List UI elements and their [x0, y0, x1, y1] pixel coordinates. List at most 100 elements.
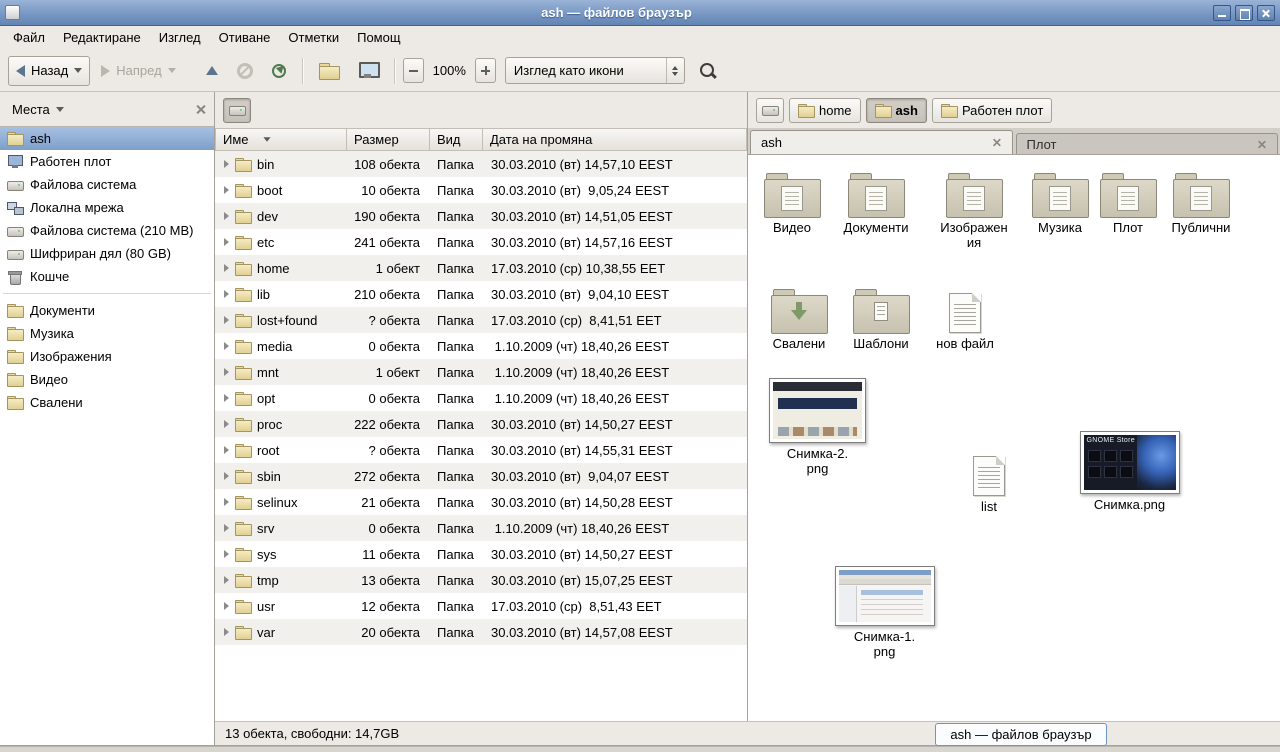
expander-icon[interactable]: [224, 576, 229, 584]
sidebar-item[interactable]: Свалени: [0, 391, 214, 414]
tab-close-icon[interactable]: [1257, 139, 1266, 148]
taskbar-window-button[interactable]: ash — файлов браузър: [935, 723, 1107, 746]
sidebar-item[interactable]: Шифриран дял (80 GB): [0, 242, 214, 265]
zoom-in-button[interactable]: [475, 58, 496, 83]
expander-icon[interactable]: [224, 446, 229, 454]
column-header-size[interactable]: Размер: [347, 128, 430, 151]
forward-history-dropdown-icon[interactable]: [168, 68, 176, 73]
home-button[interactable]: [311, 56, 347, 86]
path-root-button[interactable]: [223, 98, 251, 123]
back-button[interactable]: Назад: [8, 56, 90, 86]
forward-button[interactable]: Напред: [93, 56, 183, 86]
column-header-name[interactable]: Име: [215, 128, 347, 151]
icon-item-pictures[interactable]: Изображения: [932, 167, 1016, 251]
sidebar-item[interactable]: Кошче: [0, 265, 214, 288]
file-row[interactable]: boot 10 обекта Папка 30.03.2010 (вт) 9,0…: [215, 177, 747, 203]
expander-icon[interactable]: [224, 212, 229, 220]
file-row[interactable]: bin 108 обекта Папка 30.03.2010 (вт) 14,…: [215, 151, 747, 177]
file-row[interactable]: selinux 21 обекта Папка 30.03.2010 (вт) …: [215, 489, 747, 515]
combo-arrows-icon[interactable]: [666, 58, 684, 83]
file-row[interactable]: var 20 обекта Папка 30.03.2010 (вт) 14,5…: [215, 619, 747, 645]
icon-item-public[interactable]: Публични: [1159, 167, 1243, 236]
file-row[interactable]: usr 12 обекта Папка 17.03.2010 (ср) 8,51…: [215, 593, 747, 619]
titlebar[interactable]: ash — файлов браузър: [0, 0, 1280, 26]
maximize-button[interactable]: [1235, 5, 1253, 21]
tab-close-icon[interactable]: [991, 138, 1000, 147]
file-row[interactable]: sys 11 обекта Папка 30.03.2010 (вт) 14,5…: [215, 541, 747, 567]
file-row[interactable]: etc 241 обекта Папка 30.03.2010 (вт) 14,…: [215, 229, 747, 255]
menu-item[interactable]: Отиване: [210, 27, 280, 49]
computer-button[interactable]: [350, 56, 386, 86]
icon-item-video[interactable]: Видео: [750, 167, 834, 236]
back-history-dropdown-icon[interactable]: [74, 68, 82, 73]
icon-item-desktop[interactable]: Плот: [1086, 167, 1170, 236]
sidebar-close-icon[interactable]: [195, 104, 206, 115]
expander-icon[interactable]: [224, 498, 229, 506]
file-row[interactable]: srv 0 обекта Папка 1.10.2009 (чт) 18,40,…: [215, 515, 747, 541]
expander-icon[interactable]: [224, 472, 229, 480]
menu-item[interactable]: Изглед: [150, 27, 210, 49]
sidebar-item[interactable]: Музика: [0, 322, 214, 345]
tab-ash[interactable]: ash: [750, 130, 1013, 154]
reload-button[interactable]: [264, 56, 294, 86]
file-row[interactable]: media 0 обекта Папка 1.10.2009 (чт) 18,4…: [215, 333, 747, 359]
file-row[interactable]: lost+found ? обекта Папка 17.03.2010 (ср…: [215, 307, 747, 333]
icon-item-snimka-1[interactable]: Снимка-1.png: [834, 566, 935, 660]
path-button-ash[interactable]: ash: [866, 98, 927, 123]
expander-icon[interactable]: [224, 524, 229, 532]
expander-icon[interactable]: [224, 628, 229, 636]
file-row[interactable]: root ? обекта Папка 30.03.2010 (вт) 14,5…: [215, 437, 747, 463]
icon-item-snimka[interactable]: GNOME Store Снимка.png: [1079, 431, 1180, 513]
expander-icon[interactable]: [224, 264, 229, 272]
expander-icon[interactable]: [224, 342, 229, 350]
expander-icon[interactable]: [224, 420, 229, 428]
stop-button[interactable]: [229, 56, 261, 86]
expander-icon[interactable]: [224, 394, 229, 402]
file-row[interactable]: dev 190 обекта Папка 30.03.2010 (вт) 14,…: [215, 203, 747, 229]
zoom-out-button[interactable]: [403, 58, 424, 83]
file-row[interactable]: sbin 272 обекта Папка 30.03.2010 (вт) 9,…: [215, 463, 747, 489]
file-row[interactable]: opt 0 обекта Папка 1.10.2009 (чт) 18,40,…: [215, 385, 747, 411]
file-row[interactable]: lib 210 обекта Папка 30.03.2010 (вт) 9,0…: [215, 281, 747, 307]
menu-item[interactable]: Помощ: [348, 27, 409, 49]
column-header-date[interactable]: Дата на промяна: [483, 128, 747, 151]
minimize-button[interactable]: [1213, 5, 1231, 21]
sidebar-item[interactable]: Файлова система (210 MB): [0, 219, 214, 242]
expander-icon[interactable]: [224, 550, 229, 558]
up-button[interactable]: [198, 56, 226, 86]
expander-icon[interactable]: [224, 602, 229, 610]
icon-item-templates[interactable]: Шаблони: [839, 283, 923, 352]
path-button-home[interactable]: home: [789, 98, 861, 123]
icon-item-snimka-2[interactable]: Снимка-2.png: [767, 378, 868, 477]
sidebar-item[interactable]: ash: [0, 127, 214, 150]
icon-item-documents[interactable]: Документи: [834, 167, 918, 236]
view-mode-select[interactable]: Изглед като икони: [505, 57, 685, 84]
column-header-type[interactable]: Вид: [430, 128, 483, 151]
icon-view-area[interactable]: Видео Документи Изображения Музика: [748, 155, 1280, 721]
sidebar-item[interactable]: Видео: [0, 368, 214, 391]
icon-item-list[interactable]: list: [947, 446, 1031, 515]
expander-icon[interactable]: [224, 368, 229, 376]
tab-plot[interactable]: Плот: [1016, 133, 1279, 154]
expander-icon[interactable]: [224, 160, 229, 168]
expander-icon[interactable]: [224, 290, 229, 298]
path-root-button[interactable]: [756, 98, 784, 123]
file-row[interactable]: home 1 обект Папка 17.03.2010 (ср) 10,38…: [215, 255, 747, 281]
sidebar-item[interactable]: Изображения: [0, 345, 214, 368]
sidebar-item[interactable]: Локална мрежа: [0, 196, 214, 219]
icon-item-new-file[interactable]: нов файл: [923, 283, 1007, 352]
sidebar-item[interactable]: Работен плот: [0, 150, 214, 173]
expander-icon[interactable]: [224, 238, 229, 246]
file-row[interactable]: mnt 1 обект Папка 1.10.2009 (чт) 18,40,2…: [215, 359, 747, 385]
path-button-desktop[interactable]: Работен плот: [932, 98, 1052, 123]
expander-icon[interactable]: [224, 316, 229, 324]
file-row[interactable]: proc 222 обекта Папка 30.03.2010 (вт) 14…: [215, 411, 747, 437]
file-row[interactable]: tmp 13 обекта Папка 30.03.2010 (вт) 15,0…: [215, 567, 747, 593]
menu-item[interactable]: Отметки: [279, 27, 348, 49]
search-icon[interactable]: [698, 61, 718, 81]
expander-icon[interactable]: [224, 186, 229, 194]
menu-item[interactable]: Файл: [4, 27, 54, 49]
icon-item-downloads[interactable]: Свалени: [757, 283, 841, 352]
sidebar-item[interactable]: Файлова система: [0, 173, 214, 196]
places-selector[interactable]: Места: [8, 99, 68, 120]
